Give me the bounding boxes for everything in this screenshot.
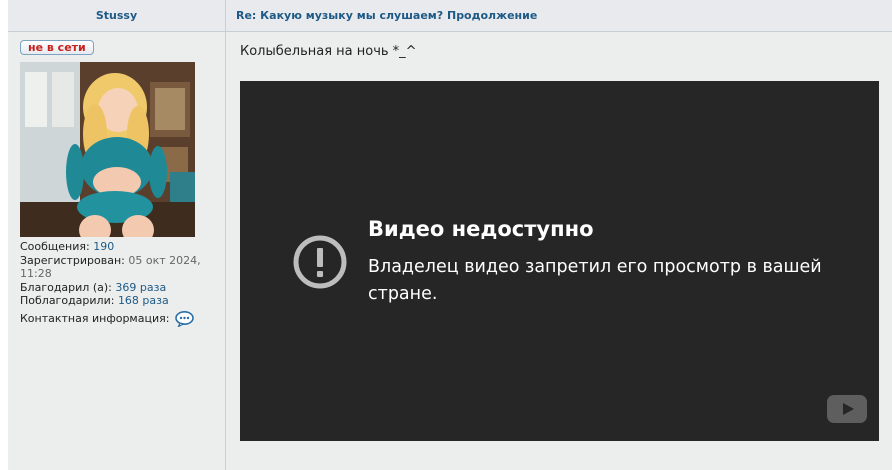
status-badge: не в сети <box>20 40 94 55</box>
thanked-row: Благодарил (а): 369 раза <box>20 281 220 295</box>
post-body: Колыбельная на ночь *_^ Видео недоступно… <box>226 32 892 470</box>
youtube-icon[interactable] <box>827 395 867 423</box>
author-header: Stussy <box>8 0 226 32</box>
contact-row: Контактная информация: <box>20 310 220 328</box>
thanked-label: Благодарил (а): <box>20 280 112 294</box>
post-text: Колыбельная на ночь *_^ <box>240 44 417 59</box>
contact-label: Контактная информация: <box>20 311 170 325</box>
video-unavailable-title: Видео недоступно <box>368 217 594 241</box>
posts-label: Сообщения: <box>20 240 90 253</box>
avatar[interactable] <box>20 62 195 237</box>
video-unavailable-message: Владелец видео запретил его просмотр в в… <box>368 257 822 304</box>
registered-row: Зарегистрирован: 05 окт 2024, 11:28 <box>20 254 220 281</box>
thanked-count-link[interactable]: 369 раза <box>115 281 166 294</box>
warning-icon <box>293 235 347 289</box>
posts-row: Сообщения: 190 <box>20 240 220 254</box>
topic-title-link[interactable]: Re: Какую музыку мы слушаем? Продолжение <box>236 9 537 22</box>
video-embed[interactable]: Видео недоступно Владелец видео запретил… <box>240 81 879 441</box>
was-thanked-count-link[interactable]: 168 раза <box>118 294 169 307</box>
was-thanked-label: Поблагодарили: <box>20 294 115 307</box>
author-profile: не в сети Сообщения: 190 Зарегистрирован… <box>8 32 226 470</box>
author-name[interactable]: Stussy <box>96 9 137 22</box>
post-header: Re: Какую музыку мы слушаем? Продолжение <box>226 0 892 32</box>
was-thanked-row: Поблагодарили: 168 раза <box>20 294 220 308</box>
profile-info: Сообщения: 190 Зарегистрирован: 05 окт 2… <box>20 240 220 328</box>
chat-bubble-icon[interactable] <box>175 310 195 328</box>
posts-count-link[interactable]: 190 <box>93 240 114 253</box>
avatar-illustration <box>20 62 195 237</box>
registered-label: Зарегистрирован: <box>20 253 125 267</box>
